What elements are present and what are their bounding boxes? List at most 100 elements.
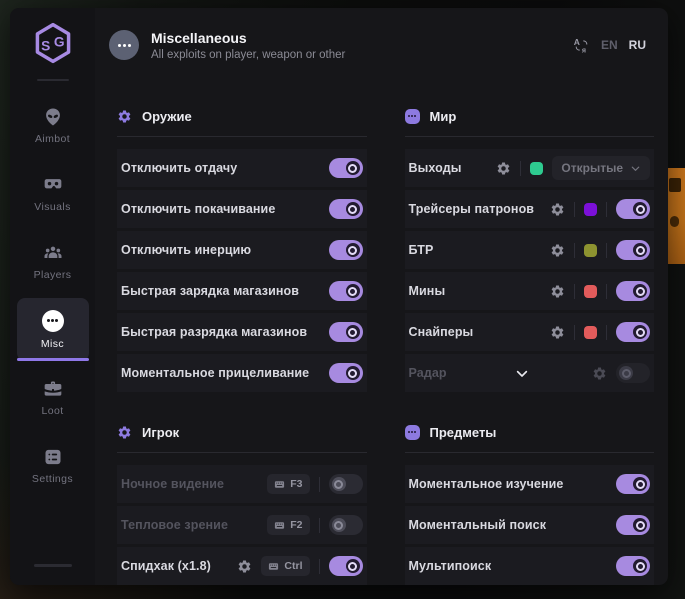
sidebar-bottom-divider [34, 564, 72, 567]
toggle[interactable] [616, 474, 650, 494]
feature-row: Спидхак (x1.8) Ctrl [117, 547, 367, 585]
feature-label: Тепловое зрение [121, 518, 228, 532]
feature-label: Выходы [409, 161, 462, 175]
section-player: Игрок Ночное видение F3 [117, 422, 367, 585]
feature-label: Моментальное изучение [409, 477, 564, 491]
gear-icon[interactable] [237, 559, 252, 574]
gear-icon[interactable] [550, 202, 565, 217]
separator [606, 202, 607, 217]
color-swatch[interactable] [584, 244, 597, 257]
toggle[interactable] [616, 515, 650, 535]
sidebar-item-label: Visuals [34, 201, 70, 213]
app-logo-icon [30, 20, 76, 66]
players-icon [43, 243, 63, 263]
language-switcher: EN RU [573, 37, 646, 54]
toggle[interactable] [329, 199, 363, 219]
feature-label: Трейсеры патронов [409, 202, 535, 216]
separator [574, 284, 575, 299]
toggle[interactable] [616, 240, 650, 260]
toggle[interactable] [616, 322, 650, 342]
feature-label: Спидхак (x1.8) [121, 559, 211, 573]
sidebar-item-visuals[interactable]: Visuals [17, 162, 89, 225]
separator [574, 243, 575, 258]
gear-icon[interactable] [550, 243, 565, 258]
gear-icon[interactable] [550, 325, 565, 340]
feature-row: Отключить покачивание [117, 190, 367, 228]
feature-row: Отключить инерцию [117, 231, 367, 269]
toggle[interactable] [329, 556, 363, 576]
lang-en-button[interactable]: EN [601, 38, 618, 52]
toggle[interactable] [329, 363, 363, 383]
toggle[interactable] [329, 158, 363, 178]
briefcase-icon [43, 379, 63, 399]
toggle[interactable] [329, 515, 363, 535]
feature-row: Мультипоиск [405, 547, 655, 585]
feature-row: Ночное видение F3 [117, 465, 367, 503]
separator [319, 559, 320, 574]
sidebar-item-label: Aimbot [35, 133, 70, 145]
feature-label: Отключить отдачу [121, 161, 237, 175]
keyboard-icon [274, 479, 285, 490]
gear-icon[interactable] [550, 284, 565, 299]
feature-label: Быстрая разрядка магазинов [121, 325, 307, 339]
section-divider [117, 136, 367, 137]
feature-row: Моментальное изучение [405, 465, 655, 503]
section-divider [405, 452, 655, 453]
feature-row: Быстрая зарядка магазинов [117, 272, 367, 310]
feature-row: Отключить отдачу [117, 149, 367, 187]
hotkey-badge[interactable]: Ctrl [261, 556, 309, 576]
hotkey-badge[interactable]: F2 [267, 515, 309, 535]
section-items: Предметы Моментальное изучение Моменталь… [405, 422, 655, 585]
feature-label: Отключить покачивание [121, 202, 275, 216]
lang-ru-button[interactable]: RU [629, 38, 646, 52]
hotkey-label: Ctrl [284, 560, 302, 572]
sidebar-item-players[interactable]: Players [17, 230, 89, 293]
hotkey-badge[interactable]: F3 [267, 474, 309, 494]
toggle[interactable] [616, 363, 650, 383]
feature-row-radar: Радар [405, 354, 655, 392]
feature-label: Ночное видение [121, 477, 224, 491]
section-divider [117, 452, 367, 453]
toggle[interactable] [616, 281, 650, 301]
sidebar-item-label: Settings [32, 473, 73, 485]
page-title: Miscellaneous [151, 30, 345, 46]
gear-icon[interactable] [496, 161, 511, 176]
toggle[interactable] [616, 556, 650, 576]
dots-badge-icon [405, 425, 420, 440]
toggle[interactable] [329, 322, 363, 342]
toggle[interactable] [329, 474, 363, 494]
page-subtitle: All exploits on player, weapon or other [151, 49, 345, 61]
sidebar-item-label: Loot [41, 405, 63, 417]
color-swatch[interactable] [584, 203, 597, 216]
vr-goggles-icon [43, 175, 63, 195]
feature-row: Моментальный поиск [405, 506, 655, 544]
section-world: Мир Выходы Открытые [405, 106, 655, 392]
feature-label: Отключить инерцию [121, 243, 251, 257]
ellipsis-circle-icon [42, 310, 64, 332]
toggle[interactable] [329, 281, 363, 301]
toggle[interactable] [616, 199, 650, 219]
color-swatch[interactable] [530, 162, 543, 175]
hotkey-label: F2 [290, 519, 302, 531]
sidebar-nav: Aimbot Visuals Players Misc Loot [17, 94, 89, 497]
color-swatch[interactable] [584, 285, 597, 298]
feature-row: Тепловое зрение F2 [117, 506, 367, 544]
sidebar-item-settings[interactable]: Settings [17, 434, 89, 497]
toggle[interactable] [329, 240, 363, 260]
gear-icon [117, 109, 132, 124]
sidebar-item-aimbot[interactable]: Aimbot [17, 94, 89, 157]
sidebar-item-misc[interactable]: Misc [17, 298, 89, 361]
dropdown[interactable]: Открытые [552, 156, 650, 180]
separator [574, 202, 575, 217]
header: Miscellaneous All exploits on player, we… [95, 8, 668, 82]
keyboard-icon [268, 561, 279, 572]
feature-label: Мультипоиск [409, 559, 492, 573]
gear-icon[interactable] [592, 366, 607, 381]
color-swatch[interactable] [584, 326, 597, 339]
sidebar-item-loot[interactable]: Loot [17, 366, 89, 429]
dots-badge-icon [405, 109, 420, 124]
feature-label: Радар [409, 366, 447, 380]
chevron-down-icon[interactable] [514, 366, 529, 381]
feature-label: Моментальный поиск [409, 518, 547, 532]
keyboard-icon [274, 520, 285, 531]
